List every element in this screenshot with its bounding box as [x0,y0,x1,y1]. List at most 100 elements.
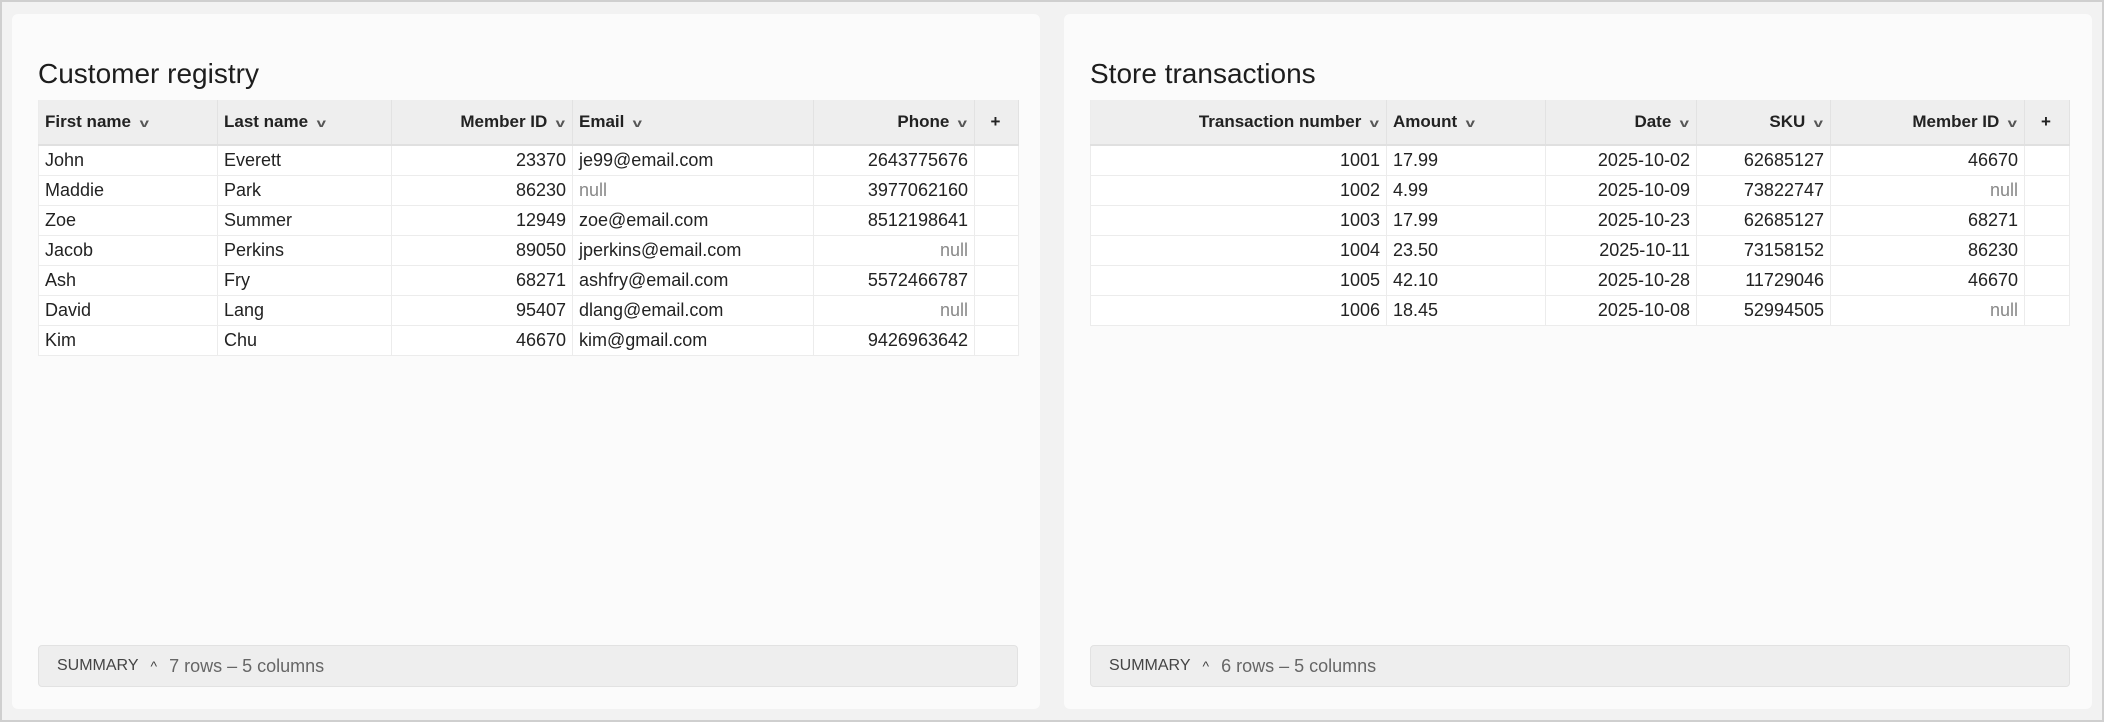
table-cell[interactable]: 2025-10-11 [1545,235,1697,266]
table-cell[interactable]: David [38,295,218,326]
table-cell[interactable]: 86230 [1830,235,2025,266]
column-header[interactable]: Date v [1545,100,1697,146]
table-cell[interactable]: 2643775676 [813,145,975,176]
chevron-down-icon[interactable]: v [317,116,326,130]
summary-bar[interactable]: SUMMARY ^ 6 rows – 5 columns [1090,645,2070,687]
column-header[interactable]: Last name v [217,100,392,146]
chevron-down-icon[interactable]: v [1370,116,1379,130]
table-cell[interactable]: 89050 [391,235,573,266]
table-cell[interactable]: dlang@email.com [572,295,814,326]
table-cell[interactable]: 11729046 [1696,265,1831,296]
table-cell[interactable]: 9426963642 [813,325,975,356]
table-cell[interactable]: ashfry@email.com [572,265,814,296]
chevron-down-icon[interactable]: v [1680,116,1689,130]
column-header[interactable]: Amount v [1386,100,1546,146]
table-cell[interactable]: 2025-10-08 [1545,295,1697,326]
summary-bar[interactable]: SUMMARY ^ 7 rows – 5 columns [38,645,1018,687]
table-cell[interactable]: 68271 [391,265,573,296]
table-cell[interactable]: 46670 [391,325,573,356]
table-cell[interactable]: null [1830,295,2025,326]
column-header[interactable]: Member ID v [391,100,573,146]
store-transactions-panel: Store transactions Transaction number v Am… [1064,14,2092,709]
table-cell[interactable]: 1002 [1090,175,1387,206]
column-header[interactable]: Email v [572,100,814,146]
chevron-down-icon[interactable]: v [140,116,149,130]
table-cell[interactable]: 2025-10-02 [1545,145,1697,176]
table-cell[interactable]: 23370 [391,145,573,176]
transactions-table: Transaction number v Amount v Date v SKU v Membe… [1090,100,2070,326]
table-cell[interactable]: je99@email.com [572,145,814,176]
column-header[interactable]: SKU v [1696,100,1831,146]
table-cell[interactable]: zoe@email.com [572,205,814,236]
table-cell[interactable]: 1003 [1090,205,1387,236]
table-cell[interactable]: Ash [38,265,218,296]
table-cell[interactable]: 1004 [1090,235,1387,266]
table-cell[interactable]: John [38,145,218,176]
table-cell[interactable]: 73822747 [1696,175,1831,206]
add-column-button[interactable]: + [2024,100,2070,146]
add-column-button[interactable]: + [974,100,1019,146]
chevron-down-icon[interactable]: v [633,116,642,130]
table-cell[interactable]: 23.50 [1386,235,1546,266]
table-cell[interactable]: null [813,295,975,326]
column-header[interactable]: Member ID v [1830,100,2025,146]
table-cell[interactable]: Jacob [38,235,218,266]
table-cell[interactable]: jperkins@email.com [572,235,814,266]
chevron-down-icon[interactable]: v [958,116,967,130]
table-cell[interactable]: 42.10 [1386,265,1546,296]
table-cell[interactable]: 95407 [391,295,573,326]
table-row: 1003 17.99 2025-10-23 62685127 68271 [1090,205,2070,236]
table-cell[interactable]: Perkins [217,235,392,266]
table-cell[interactable]: 3977062160 [813,175,975,206]
chevron-down-icon[interactable]: v [1466,116,1475,130]
table-cell[interactable]: 46670 [1830,145,2025,176]
table-cell[interactable]: 1005 [1090,265,1387,296]
column-header[interactable]: First name v [38,100,218,146]
table-cell[interactable]: 2025-10-23 [1545,205,1697,236]
table-cell[interactable]: Lang [217,295,392,326]
table-cell[interactable]: null [572,175,814,206]
table-cell[interactable]: 62685127 [1696,205,1831,236]
table-cell[interactable]: Summer [217,205,392,236]
chevron-up-icon[interactable]: ^ [1203,658,1210,674]
table-cell[interactable]: 86230 [391,175,573,206]
table-cell[interactable]: Maddie [38,175,218,206]
table-row: 1002 4.99 2025-10-09 73822747 null [1090,175,2070,206]
table-cell[interactable]: 1006 [1090,295,1387,326]
empty-cell [2024,295,2070,326]
table-cell[interactable]: 17.99 [1386,145,1546,176]
column-header[interactable]: Transaction number v [1090,100,1387,146]
table-cell[interactable]: 68271 [1830,205,2025,236]
header-row: First name v Last name v Member ID v Email v Pho… [38,100,1019,146]
chevron-down-icon[interactable]: v [2008,116,2017,130]
table-cell[interactable]: kim@gmail.com [572,325,814,356]
table-cell[interactable]: 52994505 [1696,295,1831,326]
chevron-down-icon[interactable]: v [556,116,565,130]
table-cell[interactable]: 2025-10-28 [1545,265,1697,296]
table-cell[interactable]: Everett [217,145,392,176]
table-cell[interactable]: Chu [217,325,392,356]
table-cell[interactable]: null [813,235,975,266]
table-cell[interactable]: 5572466787 [813,265,975,296]
table-cell[interactable]: 1001 [1090,145,1387,176]
table-cell[interactable]: null [1830,175,2025,206]
chevron-down-icon[interactable]: v [1814,116,1823,130]
table-cell[interactable]: 12949 [391,205,573,236]
table-cell[interactable]: 62685127 [1696,145,1831,176]
chevron-up-icon[interactable]: ^ [151,658,158,674]
table-cell[interactable]: Kim [38,325,218,356]
table-cell[interactable]: 46670 [1830,265,2025,296]
table-cell[interactable]: Park [217,175,392,206]
column-header[interactable]: Phone v [813,100,975,146]
column-header-label: Phone [897,112,950,131]
summary-label: SUMMARY [1109,657,1191,674]
table-cell[interactable]: 17.99 [1386,205,1546,236]
summary-count: 6 rows – 5 columns [1221,655,1377,676]
table-cell[interactable]: 73158152 [1696,235,1831,266]
table-cell[interactable]: Zoe [38,205,218,236]
table-cell[interactable]: 8512198641 [813,205,975,236]
table-cell[interactable]: Fry [217,265,392,296]
table-cell[interactable]: 2025-10-09 [1545,175,1697,206]
table-cell[interactable]: 4.99 [1386,175,1546,206]
table-cell[interactable]: 18.45 [1386,295,1546,326]
